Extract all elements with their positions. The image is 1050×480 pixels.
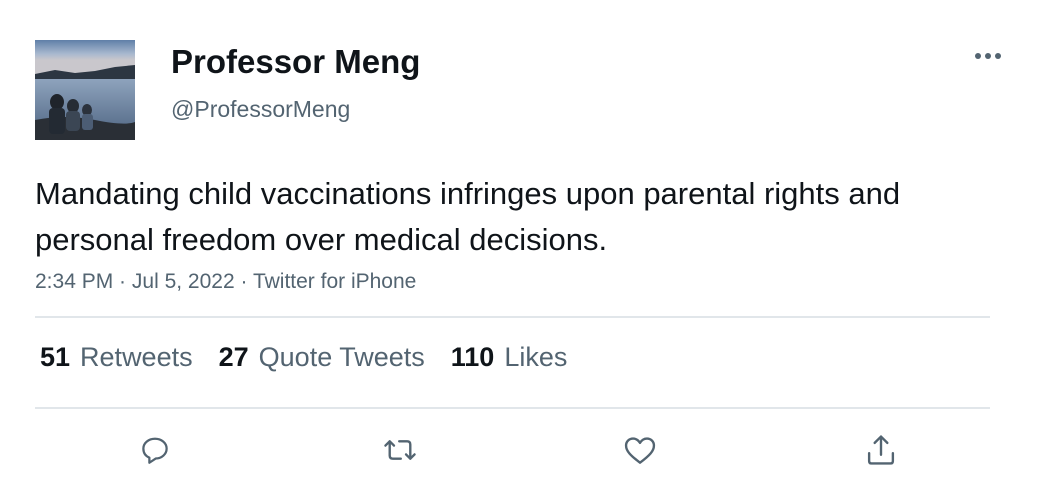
avatar[interactable] [35,40,135,140]
quote-tweets-count: 27 [218,342,249,372]
display-name[interactable]: Professor Meng [171,43,420,81]
share-icon [867,435,895,465]
reply-button[interactable] [135,430,175,470]
tweet-meta: 2:34 PM · Jul 5, 2022 · Twitter for iPho… [35,270,416,294]
meta-separator: · [234,270,253,293]
quote-tweets-stat[interactable]: 27 Quote Tweets [219,342,425,373]
retweets-label: Retweets [80,342,193,372]
more-options-button[interactable] [968,40,1008,72]
retweets-count: 51 [40,342,71,372]
retweets-stat[interactable]: 51 Retweets [40,342,193,373]
like-button[interactable] [620,430,660,470]
retweet-icon [384,440,416,460]
retweet-button[interactable] [380,430,420,470]
share-button[interactable] [861,430,901,470]
like-icon [624,437,656,464]
likes-label: Likes [504,342,568,372]
divider [35,407,990,409]
tweet-stats: 51 Retweets 27 Quote Tweets 110 Likes [40,342,593,373]
user-handle[interactable]: @ProfessorMeng [171,96,350,123]
quote-tweets-label: Quote Tweets [258,342,425,372]
more-dots-icon [975,53,1001,59]
tweet-card: Professor Meng @ProfessorMeng Mandating … [0,0,1050,480]
likes-count: 110 [450,342,495,372]
likes-stat[interactable]: 110 Likes [451,342,568,373]
reply-icon [142,437,168,464]
tweet-time[interactable]: 2:34 PM [35,270,113,293]
divider [35,316,990,318]
meta-separator: · [113,270,132,293]
tweet-source[interactable]: Twitter for iPhone [253,270,416,293]
avatar-photo-icon [35,40,135,140]
tweet-date[interactable]: Jul 5, 2022 [132,270,235,293]
tweet-text: Mandating child vaccinations infringes u… [35,176,901,257]
